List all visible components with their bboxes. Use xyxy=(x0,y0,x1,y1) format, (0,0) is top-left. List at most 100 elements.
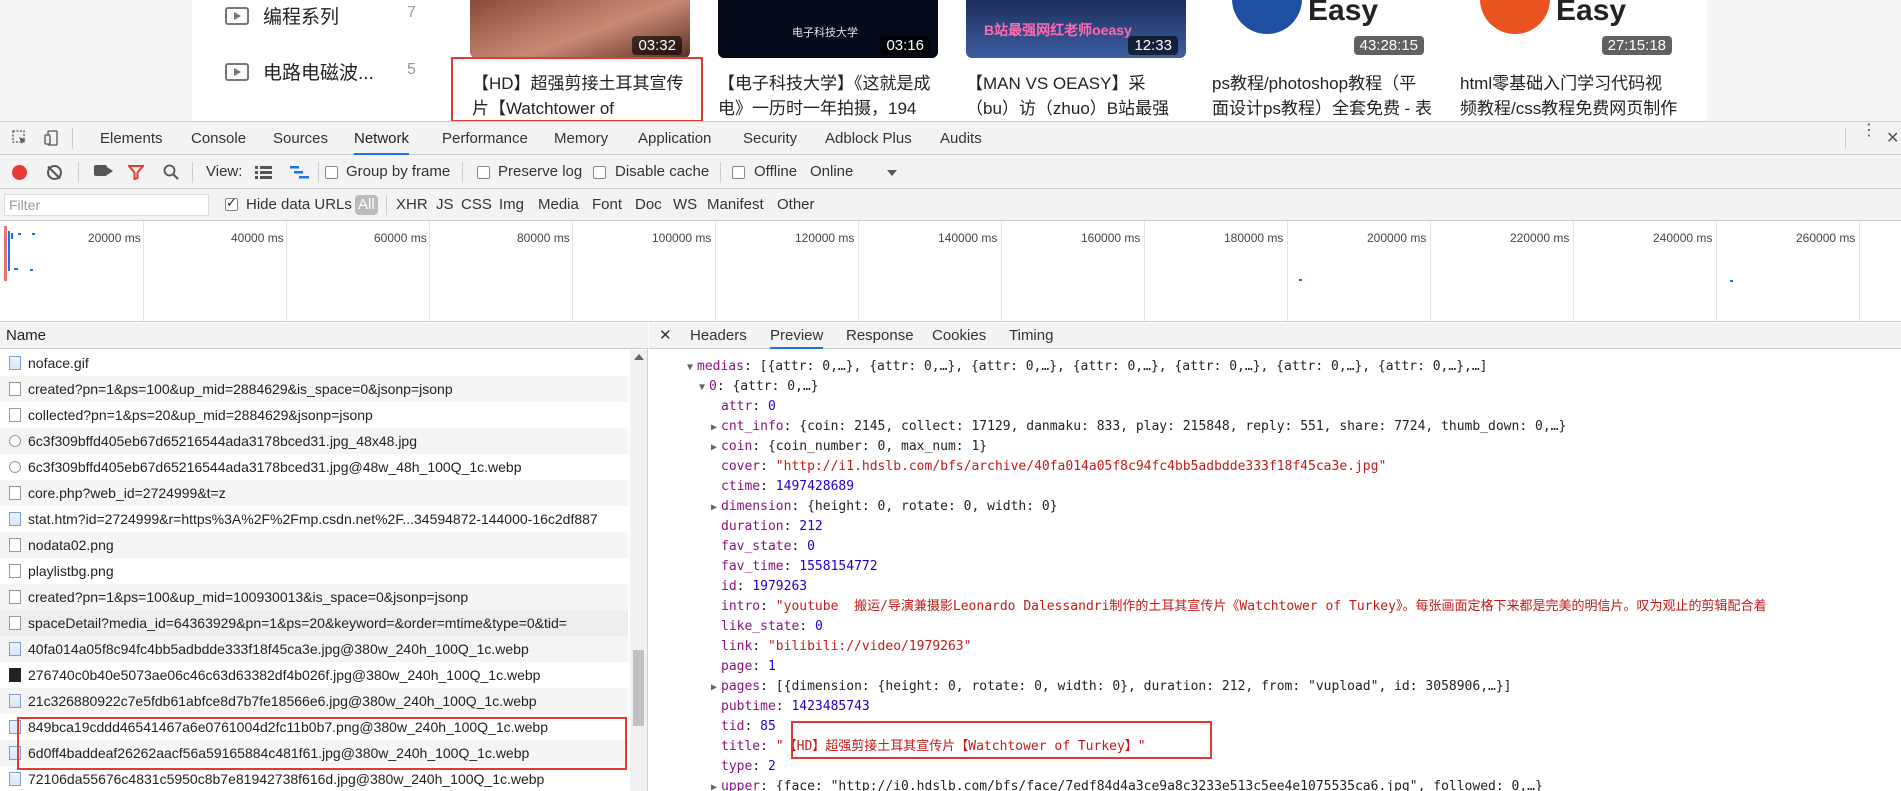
video-thumbnail[interactable]: B站最强网红老师oeasy 12:33 xyxy=(966,0,1186,58)
name-column-header[interactable]: Name xyxy=(0,323,648,349)
request-row[interactable]: created?pn=1&ps=100&up_mid=100930013&is_… xyxy=(0,584,628,610)
tab-elements[interactable]: Elements xyxy=(100,122,163,155)
sidebar-playlist-item[interactable]: 电路电磁波... xyxy=(225,58,374,85)
request-row[interactable]: 6c3f309bffd405eb67d65216544ada3178bced31… xyxy=(0,454,628,480)
json-property[interactable]: ▼ 0: {attr: 0,…} xyxy=(699,377,819,397)
json-value: 212 xyxy=(799,519,823,534)
filter-type-other[interactable]: Other xyxy=(775,195,817,215)
json-property[interactable]: ▶ cnt_info: {coin: 2145, collect: 17129, … xyxy=(711,417,1566,437)
tab-memory[interactable]: Memory xyxy=(554,122,608,155)
video-duration: 03:32 xyxy=(632,36,682,55)
timeline-tick-label: 180000 ms xyxy=(1224,231,1284,245)
video-thumbnail[interactable]: Easy 27:15:18 xyxy=(1460,0,1680,58)
screenshot-camera-icon[interactable] xyxy=(94,165,107,176)
scroll-up-icon[interactable] xyxy=(634,354,644,360)
network-overview-timeline[interactable]: 20000 ms 40000 ms 60000 ms 80000 ms 1000… xyxy=(0,221,1901,322)
request-row[interactable]: stat.htm?id=2724999&r=https%3A%2F%2Fmp.c… xyxy=(0,506,628,532)
request-name: core.php?web_id=2724999&t=z xyxy=(28,485,226,501)
json-property[interactable]: ▶ pages: [{dimension: {height: 0, rotate:… xyxy=(711,677,1512,697)
preserve-log-checkbox[interactable] xyxy=(477,166,490,179)
disable-cache-checkbox[interactable] xyxy=(593,166,606,179)
request-row[interactable]: spaceDetail?media_id=64363929&pn=1&ps=20… xyxy=(0,610,628,636)
filter-type-css[interactable]: CSS xyxy=(459,195,494,215)
collapsed-triangle-icon[interactable]: ▶ xyxy=(711,778,721,791)
request-row[interactable]: nodata02.png xyxy=(0,532,628,558)
tab-adblock-plus[interactable]: Adblock Plus xyxy=(825,122,912,155)
json-property[interactable]: ▶ upper: {face: "http://i0.hdslb.com/bfs/… xyxy=(711,777,1543,791)
filter-input[interactable]: Filter xyxy=(4,194,209,216)
filter-type-media[interactable]: Media xyxy=(536,195,581,215)
request-row[interactable]: collected?pn=1&ps=20&up_mid=2884629&json… xyxy=(0,402,628,428)
filter-type-img[interactable]: Img xyxy=(497,195,526,215)
request-row[interactable]: 276740c0b40e5073ae06c46c63d63382df4b026f… xyxy=(0,662,628,688)
request-row[interactable]: playlistbg.png xyxy=(0,558,628,584)
tab-network[interactable]: Network xyxy=(354,122,410,155)
video-thumbnail[interactable]: Easy 43:28:15 xyxy=(1212,0,1432,58)
request-row[interactable]: noface.gif xyxy=(0,350,628,376)
offline-checkbox[interactable] xyxy=(732,166,745,179)
group-by-frame-checkbox[interactable] xyxy=(325,166,338,179)
thumbnail-caption: 电子科技大学 xyxy=(792,27,858,39)
json-property: page: 1 xyxy=(721,659,776,674)
tab-timing[interactable]: Timing xyxy=(1009,323,1053,349)
tab-cookies[interactable]: Cookies xyxy=(932,323,986,349)
filter-type-all[interactable]: All xyxy=(355,195,378,215)
filter-type-doc[interactable]: Doc xyxy=(633,195,664,215)
video-thumbnail[interactable]: 03:32 xyxy=(470,0,690,58)
tab-preview[interactable]: Preview xyxy=(770,323,824,349)
expanded-triangle-icon[interactable]: ▼ xyxy=(687,358,697,378)
video-title[interactable]: ps教程/photoshop教程（平 面设计ps教程）全套免费 - 表 xyxy=(1212,71,1442,121)
tab-headers[interactable]: Headers xyxy=(690,323,747,349)
tab-security[interactable]: Security xyxy=(743,122,797,155)
expanded-triangle-icon[interactable]: ▼ xyxy=(699,378,709,398)
collapsed-triangle-icon[interactable]: ▶ xyxy=(711,678,721,698)
video-thumbnail[interactable]: 电子科技大学 03:16 xyxy=(718,0,938,58)
json-key: medias xyxy=(697,359,744,374)
tab-response[interactable]: Response xyxy=(846,323,914,349)
request-list-scrollbar[interactable] xyxy=(630,350,647,791)
tab-audits[interactable]: Audits xyxy=(940,122,982,155)
sidebar-playlist-item[interactable]: 编程系列 xyxy=(225,2,339,29)
filter-type-js[interactable]: JS xyxy=(434,195,456,215)
device-toolbar-icon[interactable] xyxy=(44,130,60,146)
tab-application[interactable]: Application xyxy=(638,122,711,155)
filter-type-ws[interactable]: WS xyxy=(671,195,699,215)
filter-type-xhr[interactable]: XHR xyxy=(394,195,430,215)
large-rows-icon[interactable] xyxy=(255,165,272,179)
request-row[interactable]: 40fa014a05f8c94fc4bb5adbdde333f18f45ca3e… xyxy=(0,636,628,662)
collapsed-triangle-icon[interactable]: ▶ xyxy=(711,438,721,458)
collapsed-triangle-icon[interactable]: ▶ xyxy=(711,498,721,518)
timeline-request-mark xyxy=(11,233,13,239)
request-row[interactable]: 6c3f309bffd405eb67d65216544ada3178bced31… xyxy=(0,428,628,454)
tab-sources[interactable]: Sources xyxy=(273,122,328,155)
video-title[interactable]: 【电子科技大学】《这就是成 电》一历时一年拍摄，194 xyxy=(718,71,948,121)
scrollbar-thumb[interactable] xyxy=(633,650,644,726)
filter-icon[interactable] xyxy=(126,165,146,181)
collapsed-triangle-icon[interactable]: ▶ xyxy=(711,418,721,438)
video-title[interactable]: html零基础入门学习代码视 频教程/css教程免费网页制作 xyxy=(1460,71,1690,121)
timeline-gridline xyxy=(1859,221,1860,321)
video-duration: 12:33 xyxy=(1128,36,1178,55)
tab-console[interactable]: Console xyxy=(191,122,246,155)
record-icon[interactable] xyxy=(12,165,27,180)
json-property[interactable]: ▼ medias: [{attr: 0,…}, {attr: 0,…}, {att… xyxy=(687,357,1488,377)
request-row[interactable]: created?pn=1&ps=100&up_mid=2884629&is_sp… xyxy=(0,376,628,402)
search-icon[interactable] xyxy=(163,164,179,180)
json-property[interactable]: ▶ dimension: {height: 0, rotate: 0, width… xyxy=(711,497,1058,517)
clear-icon[interactable] xyxy=(47,165,62,180)
video-title[interactable]: 【MAN VS OEASY】采 （bu）访（zhuo）B站最强 xyxy=(966,71,1196,121)
throttling-select[interactable]: Online xyxy=(810,155,853,189)
hide-data-urls-checkbox[interactable] xyxy=(225,195,238,211)
json-property[interactable]: ▶ coin: {coin_number: 0, max_num: 1} xyxy=(711,437,987,457)
more-options-icon[interactable]: ⋮ xyxy=(1861,123,1877,139)
filter-type-font[interactable]: Font xyxy=(590,195,624,215)
close-devtools-icon[interactable]: ✕ xyxy=(1886,128,1899,148)
tab-performance[interactable]: Performance xyxy=(442,122,528,155)
request-row[interactable]: core.php?web_id=2724999&t=z xyxy=(0,480,628,506)
chevron-down-icon[interactable] xyxy=(887,170,897,176)
waterfall-overview-icon[interactable] xyxy=(290,165,309,179)
inspect-element-icon[interactable] xyxy=(12,130,28,146)
filter-type-manifest[interactable]: Manifest xyxy=(705,195,766,215)
close-icon[interactable]: ✕ xyxy=(659,323,672,349)
request-row[interactable]: 21c326880922c7e5fdb61abfce8d7b7fe18566e6… xyxy=(0,688,628,714)
